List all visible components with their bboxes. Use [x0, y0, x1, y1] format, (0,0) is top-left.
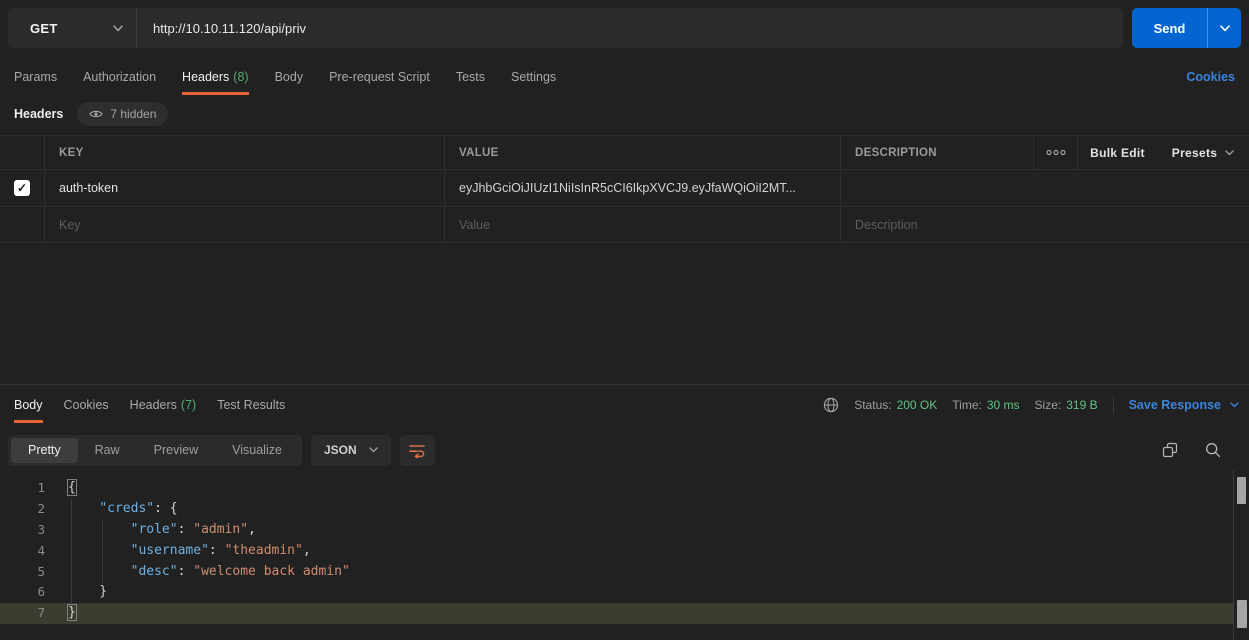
postman-window: GET http://10.10.11.120/api/priv Send Pa…: [0, 0, 1249, 640]
header-value-field[interactable]: eyJhbGciOiJIUzI1NiIsInR5cCI6IkpXVCJ9.eyJ…: [445, 170, 841, 206]
hidden-headers-toggle[interactable]: 7 hidden: [77, 102, 168, 126]
tab-tests[interactable]: Tests: [456, 59, 485, 95]
tab-headers[interactable]: Headers (8): [182, 59, 249, 95]
description-column-header: DESCRIPTION: [841, 136, 1033, 169]
copy-icon[interactable]: [1162, 442, 1178, 458]
url-input[interactable]: http://10.10.11.120/api/priv: [137, 8, 1123, 48]
time-badge: Time: 30 ms: [952, 398, 1019, 412]
line-number: 6: [0, 582, 45, 603]
indent-guide: [102, 520, 103, 583]
line-number: 7: [0, 603, 45, 624]
headers-subheader: Headers 7 hidden: [14, 101, 168, 127]
request-bar: GET http://10.10.11.120/api/priv Send: [8, 8, 1241, 48]
tab-body[interactable]: Body: [275, 59, 304, 95]
method-label: GET: [30, 21, 58, 36]
language-dropdown[interactable]: JSON: [311, 435, 391, 466]
code-line: 2 "creds": {: [0, 499, 1233, 520]
code-lines: 1{2 "creds": {3 "role": "admin",4 "usern…: [0, 470, 1233, 624]
line-number: 5: [0, 562, 45, 583]
vertical-scrollbar[interactable]: [1233, 470, 1249, 640]
key-column-header: KEY: [45, 136, 445, 169]
chevron-down-icon: [113, 25, 123, 32]
response-body-editor[interactable]: 1{2 "creds": {3 "role": "admin",4 "usern…: [0, 470, 1233, 640]
send-options-button[interactable]: [1208, 8, 1241, 48]
line-number: 1: [0, 478, 45, 499]
headers-count: (8): [233, 70, 248, 84]
code-line: 3 "role": "admin",: [0, 520, 1233, 541]
row-checkbox-cell: [0, 207, 45, 242]
chevron-down-icon: [1225, 150, 1234, 156]
response-toolbar: Pretty Raw Preview Visualize JSON: [8, 432, 1241, 468]
table-row-empty: Key Value Description: [0, 207, 1249, 243]
view-pretty[interactable]: Pretty: [11, 438, 78, 463]
send-button[interactable]: Send: [1132, 8, 1208, 48]
key-placeholder[interactable]: Key: [45, 207, 445, 242]
response-tab-headers[interactable]: Headers (7): [130, 386, 197, 423]
response-tools: [1162, 442, 1241, 458]
response-headers-count: (7): [181, 398, 196, 412]
header-key-field[interactable]: auth-token: [45, 170, 445, 206]
table-row: ✓ auth-token eyJhbGciOiJIUzI1NiIsInR5cCI…: [0, 170, 1249, 207]
divider: [1113, 396, 1114, 414]
scrollbar-thumb[interactable]: [1237, 600, 1247, 628]
code-line: 5 "desc": "welcome back admin": [0, 562, 1233, 583]
indent-guide: [71, 499, 72, 604]
send-button-group: Send: [1132, 8, 1241, 48]
headers-table: KEY VALUE DESCRIPTION Bulk Edit Presets …: [0, 135, 1249, 243]
chevron-down-icon: [369, 447, 378, 453]
value-column-header: VALUE: [445, 136, 841, 169]
network-globe-icon[interactable]: [823, 397, 839, 413]
code-line: 6 }: [0, 582, 1233, 603]
eye-icon: [89, 109, 103, 119]
description-placeholder[interactable]: Description: [841, 207, 1249, 242]
response-tab-test-results[interactable]: Test Results: [217, 386, 285, 423]
value-placeholder[interactable]: Value: [445, 207, 841, 242]
bulk-edit-button[interactable]: Bulk Edit: [1077, 136, 1157, 169]
headers-title: Headers: [14, 107, 63, 121]
presets-dropdown[interactable]: Presets: [1157, 136, 1249, 169]
line-number: 2: [0, 499, 45, 520]
line-number: 3: [0, 520, 45, 541]
chevron-down-icon: [1220, 25, 1230, 32]
view-mode-switcher: Pretty Raw Preview Visualize: [8, 435, 302, 466]
status-badge: Status: 200 OK: [854, 398, 937, 412]
row-checkbox-cell: ✓: [0, 170, 45, 206]
line-number: 4: [0, 541, 45, 562]
response-tabs: Body Cookies Headers (7) Test Results St…: [14, 386, 1239, 423]
more-actions-icon: [1046, 149, 1066, 156]
response-tab-body[interactable]: Body: [14, 386, 43, 423]
view-raw[interactable]: Raw: [78, 438, 137, 463]
scrollbar-thumb[interactable]: [1237, 477, 1246, 504]
more-actions-button[interactable]: [1033, 136, 1077, 169]
save-response-button[interactable]: Save Response: [1129, 398, 1239, 412]
hidden-headers-label: 7 hidden: [110, 107, 156, 121]
tab-params[interactable]: Params: [14, 59, 57, 95]
code-line: 7}: [0, 603, 1233, 624]
table-header-row: KEY VALUE DESCRIPTION Bulk Edit Presets: [0, 135, 1249, 170]
response-divider: [0, 384, 1249, 385]
tab-pre-request-script[interactable]: Pre-request Script: [329, 59, 430, 95]
size-badge: Size: 319 B: [1035, 398, 1098, 412]
url-group: GET http://10.10.11.120/api/priv: [8, 8, 1123, 48]
view-visualize[interactable]: Visualize: [215, 438, 299, 463]
code-line: 4 "username": "theadmin",: [0, 541, 1233, 562]
response-tab-cookies[interactable]: Cookies: [64, 386, 109, 423]
method-dropdown[interactable]: GET: [8, 8, 137, 48]
request-tabs: Params Authorization Headers (8) Body Pr…: [14, 59, 1235, 95]
row-checkbox[interactable]: ✓: [14, 180, 30, 196]
view-preview[interactable]: Preview: [137, 438, 215, 463]
chevron-down-icon: [1230, 402, 1239, 408]
code-line: 1{: [0, 478, 1233, 499]
cookies-link[interactable]: Cookies: [1186, 70, 1235, 84]
search-icon[interactable]: [1205, 442, 1221, 458]
wrap-text-icon: [408, 443, 426, 458]
select-all-cell: [0, 136, 45, 169]
response-meta: Status: 200 OK Time: 30 ms Size: 319 B S…: [823, 386, 1239, 423]
tab-settings[interactable]: Settings: [511, 59, 556, 95]
header-description-field[interactable]: [841, 170, 1249, 206]
wrap-text-button[interactable]: [400, 435, 435, 466]
tab-authorization[interactable]: Authorization: [83, 59, 156, 95]
